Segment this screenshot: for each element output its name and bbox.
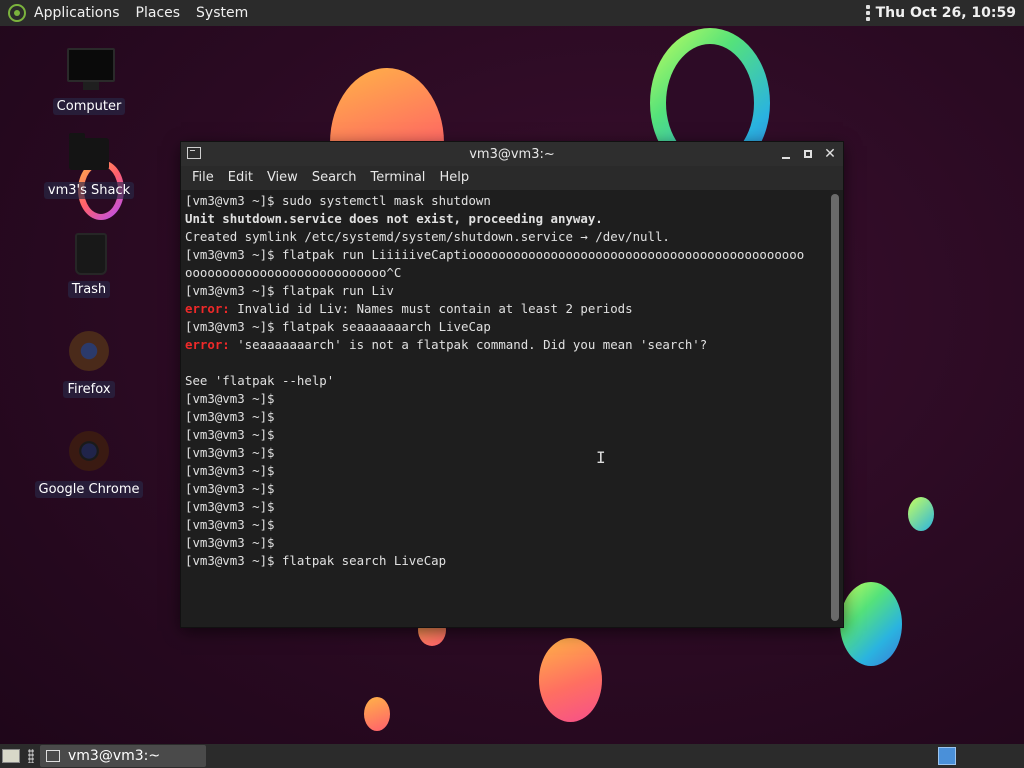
terminal-line: [vm3@vm3 ~]$ xyxy=(185,463,275,478)
desktop-icon-trash[interactable]: Trash xyxy=(24,227,154,298)
terminal-output-area[interactable]: [vm3@vm3 ~]$ sudo systemctl mask shutdow… xyxy=(181,190,843,627)
desktop-icon-label: Trash xyxy=(67,281,111,298)
terminal-line: [vm3@vm3 ~]$ xyxy=(185,409,275,424)
firefox-icon xyxy=(65,327,113,375)
close-icon[interactable]: ✕ xyxy=(823,147,837,161)
window-title: vm3@vm3:~ xyxy=(469,146,555,162)
trash-icon xyxy=(65,227,113,275)
home-folder-icon xyxy=(65,128,113,176)
terminal-line: [vm3@vm3 ~]$ flatpak search LiveCap xyxy=(185,553,447,568)
window-controls: ✕ xyxy=(779,142,837,166)
terminal-line: error: 'seaaaaaaarch' is not a flatpak c… xyxy=(185,336,825,354)
menu-view[interactable]: View xyxy=(260,166,305,190)
terminal-line: [vm3@vm3 ~]$ xyxy=(185,481,275,496)
terminal-line: [vm3@vm3 ~]$ flatpak run Liv xyxy=(185,283,394,298)
terminal-line: [vm3@vm3 ~]$ xyxy=(185,517,275,532)
terminal-line: See 'flatpak --help' xyxy=(185,373,335,388)
taskbar-label: vm3@vm3:~ xyxy=(68,748,161,764)
terminal-window-icon[interactable] xyxy=(187,147,201,159)
terminal-text[interactable]: [vm3@vm3 ~]$ sudo systemctl mask shutdow… xyxy=(185,192,825,570)
menu-applications[interactable]: Applications xyxy=(26,0,128,26)
window-titlebar[interactable]: vm3@vm3:~ ✕ xyxy=(181,142,843,166)
menu-terminal[interactable]: Terminal xyxy=(363,166,432,190)
minimize-icon[interactable] xyxy=(779,147,793,161)
menu-file[interactable]: File xyxy=(185,166,221,190)
computer-icon xyxy=(65,44,115,92)
scrollbar-thumb[interactable] xyxy=(831,194,839,621)
desktop-icon-label: Google Chrome xyxy=(34,481,144,498)
desktop-icon-computer[interactable]: Computer xyxy=(24,44,154,115)
wallpaper-orange-blob-bottom xyxy=(539,638,602,722)
terminal-line: [vm3@vm3 ~]$ sudo systemctl mask shutdow… xyxy=(185,193,491,208)
desktop-icon-chrome[interactable]: Google Chrome xyxy=(24,427,154,498)
clock[interactable]: Thu Oct 26, 10:59 xyxy=(876,5,1024,21)
terminal-line: [vm3@vm3 ~]$ xyxy=(185,535,275,550)
error-message: 'seaaaaaaarch' is not a flatpak command.… xyxy=(229,337,708,352)
applications-logo-icon[interactable] xyxy=(8,4,26,22)
top-panel: Applications Places System Thu Oct 26, 1… xyxy=(0,0,1024,26)
terminal-line: [vm3@vm3 ~]$ xyxy=(185,445,275,460)
desktop-icon-label: Computer xyxy=(52,98,126,115)
terminal-line: Created symlink /etc/systemd/system/shut… xyxy=(185,229,670,244)
bottom-panel: vm3@vm3:~ xyxy=(0,744,1024,768)
top-panel-right: Thu Oct 26, 10:59 xyxy=(865,0,1024,26)
taskbar-terminal-button[interactable]: vm3@vm3:~ xyxy=(40,745,206,767)
desktop-icon-label: Firefox xyxy=(63,381,115,398)
terminal-line: [vm3@vm3 ~]$ xyxy=(185,427,275,442)
terminal-line: [vm3@vm3 ~]$ xyxy=(185,391,275,406)
error-message: Invalid id Liv: Names must contain at le… xyxy=(229,301,633,316)
terminal-line: [vm3@vm3 ~]$ flatpak seaaaaaaarch LiveCa… xyxy=(185,319,491,334)
terminal-line: ooooooooooooooooooooooooooo^C xyxy=(185,265,402,280)
menu-system[interactable]: System xyxy=(188,0,256,26)
desktop-icon-home[interactable]: vm3's Shack xyxy=(24,128,154,199)
panel-grip-icon[interactable] xyxy=(28,749,34,763)
desktop-icon-label: vm3's Shack xyxy=(43,182,135,199)
panel-handle-icon[interactable] xyxy=(865,5,870,21)
menu-search[interactable]: Search xyxy=(305,166,364,190)
maximize-icon[interactable] xyxy=(801,147,815,161)
chrome-icon xyxy=(65,427,113,475)
terminal-menubar: File Edit View Search Terminal Help xyxy=(181,166,843,190)
desktop-icon-firefox[interactable]: Firefox xyxy=(24,327,154,398)
error-prefix: error: xyxy=(185,337,230,352)
text-cursor-icon: I xyxy=(596,448,606,467)
menu-help[interactable]: Help xyxy=(432,166,476,190)
workspace-switcher[interactable] xyxy=(938,747,956,765)
terminal-scrollbar[interactable] xyxy=(831,194,839,621)
wallpaper-orange-blob-small xyxy=(364,697,390,731)
terminal-task-icon xyxy=(46,750,60,762)
wallpaper-green-blob-small xyxy=(908,497,934,531)
error-prefix: error: xyxy=(185,301,230,316)
terminal-line: Unit shutdown.service does not exist, pr… xyxy=(185,211,603,226)
show-desktop-icon[interactable] xyxy=(2,749,20,763)
terminal-line: [vm3@vm3 ~]$ xyxy=(185,499,275,514)
terminal-line: error: Invalid id Liv: Names must contai… xyxy=(185,300,825,318)
menu-places[interactable]: Places xyxy=(128,0,189,26)
terminal-line: [vm3@vm3 ~]$ flatpak run LiiiiiveCaptioo… xyxy=(185,247,805,262)
menu-edit[interactable]: Edit xyxy=(221,166,260,190)
wallpaper-green-blob-large xyxy=(840,582,902,666)
terminal-window[interactable]: vm3@vm3:~ ✕ File Edit View Search Termin… xyxy=(181,142,843,627)
